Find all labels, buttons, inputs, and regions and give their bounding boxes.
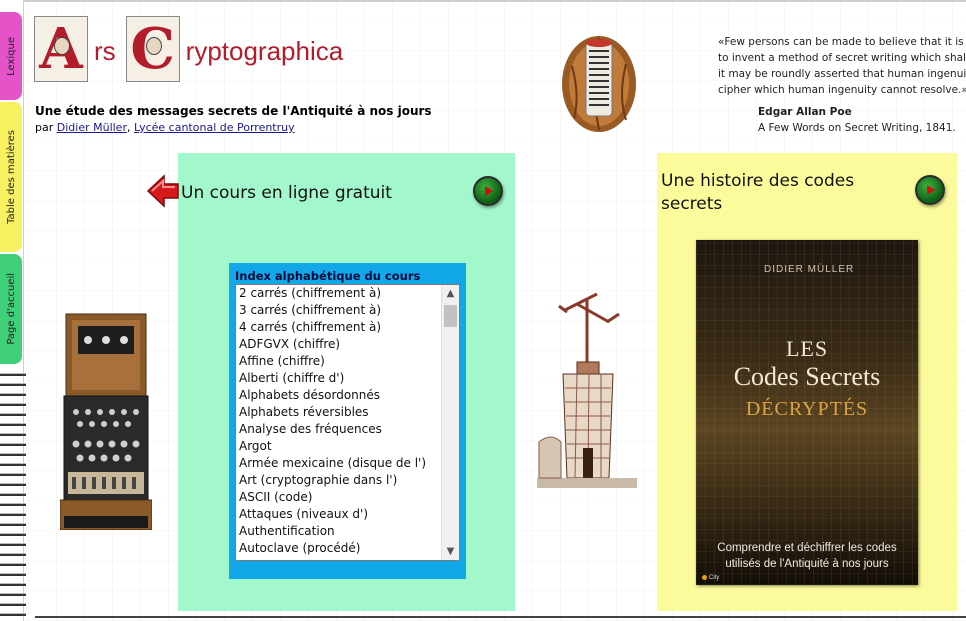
logo-word-rs: rs: [94, 35, 116, 66]
book-panel-title[interactable]: Une histoire des codes secrets: [661, 170, 911, 216]
site-logo: A rs C ryptographica: [34, 14, 353, 84]
index-list-item[interactable]: 2 carrés (chiffrement à): [236, 285, 441, 302]
course-index-listbox[interactable]: 2 carrés (chiffrement à) 3 carrés (chiffr…: [235, 284, 460, 561]
scroll-down-icon[interactable]: ▼: [442, 543, 459, 560]
index-list-item[interactable]: 4 carrés (chiffrement à): [236, 319, 441, 336]
logo-word-ryptographica: ryptographica: [185, 35, 344, 66]
index-list-item[interactable]: 3 carrés (chiffrement à): [236, 302, 441, 319]
index-scrollbar[interactable]: ▲ ▼: [441, 285, 459, 560]
book-go-button[interactable]: [915, 175, 945, 205]
tab-lexique[interactable]: Lexique: [0, 12, 22, 100]
index-list-item[interactable]: Art (cryptographie dans l'): [236, 472, 441, 489]
school-link[interactable]: Lycée cantonal de Porrentruy: [134, 121, 295, 134]
telegraph-tower-image: [537, 292, 637, 488]
book-cover-title: Codes Secrets: [733, 362, 881, 391]
book-publisher: City: [702, 575, 719, 581]
scroll-up-icon[interactable]: ▲: [442, 285, 459, 302]
top-border: [0, 0, 966, 2]
tab-table-label: Table des matières: [5, 130, 17, 224]
scroll-thumb[interactable]: [444, 305, 457, 327]
course-go-button[interactable]: [473, 176, 503, 206]
tab-lexique-label: Lexique: [5, 36, 17, 76]
play-icon: [485, 186, 493, 196]
red-left-arrow-icon[interactable]: [146, 173, 180, 209]
index-list-item[interactable]: Authentification: [236, 523, 441, 540]
index-list-item[interactable]: Armée mexicaine (disque de l'): [236, 455, 441, 472]
book-cover[interactable]: DIDIER MÜLLER LES Codes Secrets DÉCRYPTÉ…: [696, 240, 918, 585]
book-cover-author: DIDIER MÜLLER: [764, 264, 855, 275]
index-list-item[interactable]: ADFGVX (chiffre): [236, 336, 441, 353]
course-title[interactable]: Un cours en ligne gratuit: [181, 183, 392, 203]
book-cover-tagline: Comprendre et déchiffrer les codes utili…: [717, 542, 897, 570]
poe-quote: «Few persons can be made to believe that…: [718, 36, 966, 134]
index-list-item[interactable]: Alphabets réversibles: [236, 404, 441, 421]
index-list-item[interactable]: ASCII (code): [236, 489, 441, 506]
index-list-item[interactable]: Argot: [236, 438, 441, 455]
logo-drop-cap-c: C: [125, 16, 180, 82]
course-index-box: Index alphabétique du cours 2 carrés (ch…: [229, 263, 466, 579]
logo-drop-cap-a: A: [34, 16, 88, 82]
quote-author: Edgar Allan Poe: [758, 106, 852, 118]
book-cover-les: LES: [785, 336, 829, 361]
index-list-item[interactable]: Alberti (chiffre d'): [236, 370, 441, 387]
tab-page-accueil[interactable]: Page d'accueil: [0, 254, 22, 364]
index-list-item[interactable]: Attaques (niveaux d'): [236, 506, 441, 523]
tab-table-des-matieres[interactable]: Table des matières: [0, 102, 22, 252]
index-list-item[interactable]: Alphabets désordonnés: [236, 387, 441, 404]
index-list-item[interactable]: Analyse des fréquences: [236, 421, 441, 438]
enigma-machine-image: [60, 313, 152, 530]
index-items: 2 carrés (chiffrement à) 3 carrés (chiffr…: [236, 285, 441, 557]
bottom-rule: [35, 616, 966, 618]
portrait-icon: [54, 37, 70, 55]
book-cover-decryptes: DÉCRYPTÉS: [745, 398, 869, 420]
index-list-item[interactable]: Affine (chiffre): [236, 353, 441, 370]
index-list-item[interactable]: Autoclave (procédé): [236, 540, 441, 557]
index-title: Index alphabétique du cours: [235, 269, 421, 283]
author-link[interactable]: Didier Müller: [57, 121, 127, 134]
site-subtitle: Une étude des messages secrets de l'Anti…: [35, 104, 432, 118]
quote-source: A Few Words on Secret Writing, 1841.: [758, 122, 956, 134]
tab-accueil-label: Page d'accueil: [5, 273, 17, 345]
portrait-icon: [145, 37, 162, 55]
walnut-scroll-image: [562, 36, 636, 132]
byline: par Didier Müller, Lycée cantonal de Por…: [35, 121, 295, 134]
binder-rings: [0, 370, 30, 621]
play-icon: [927, 185, 935, 195]
